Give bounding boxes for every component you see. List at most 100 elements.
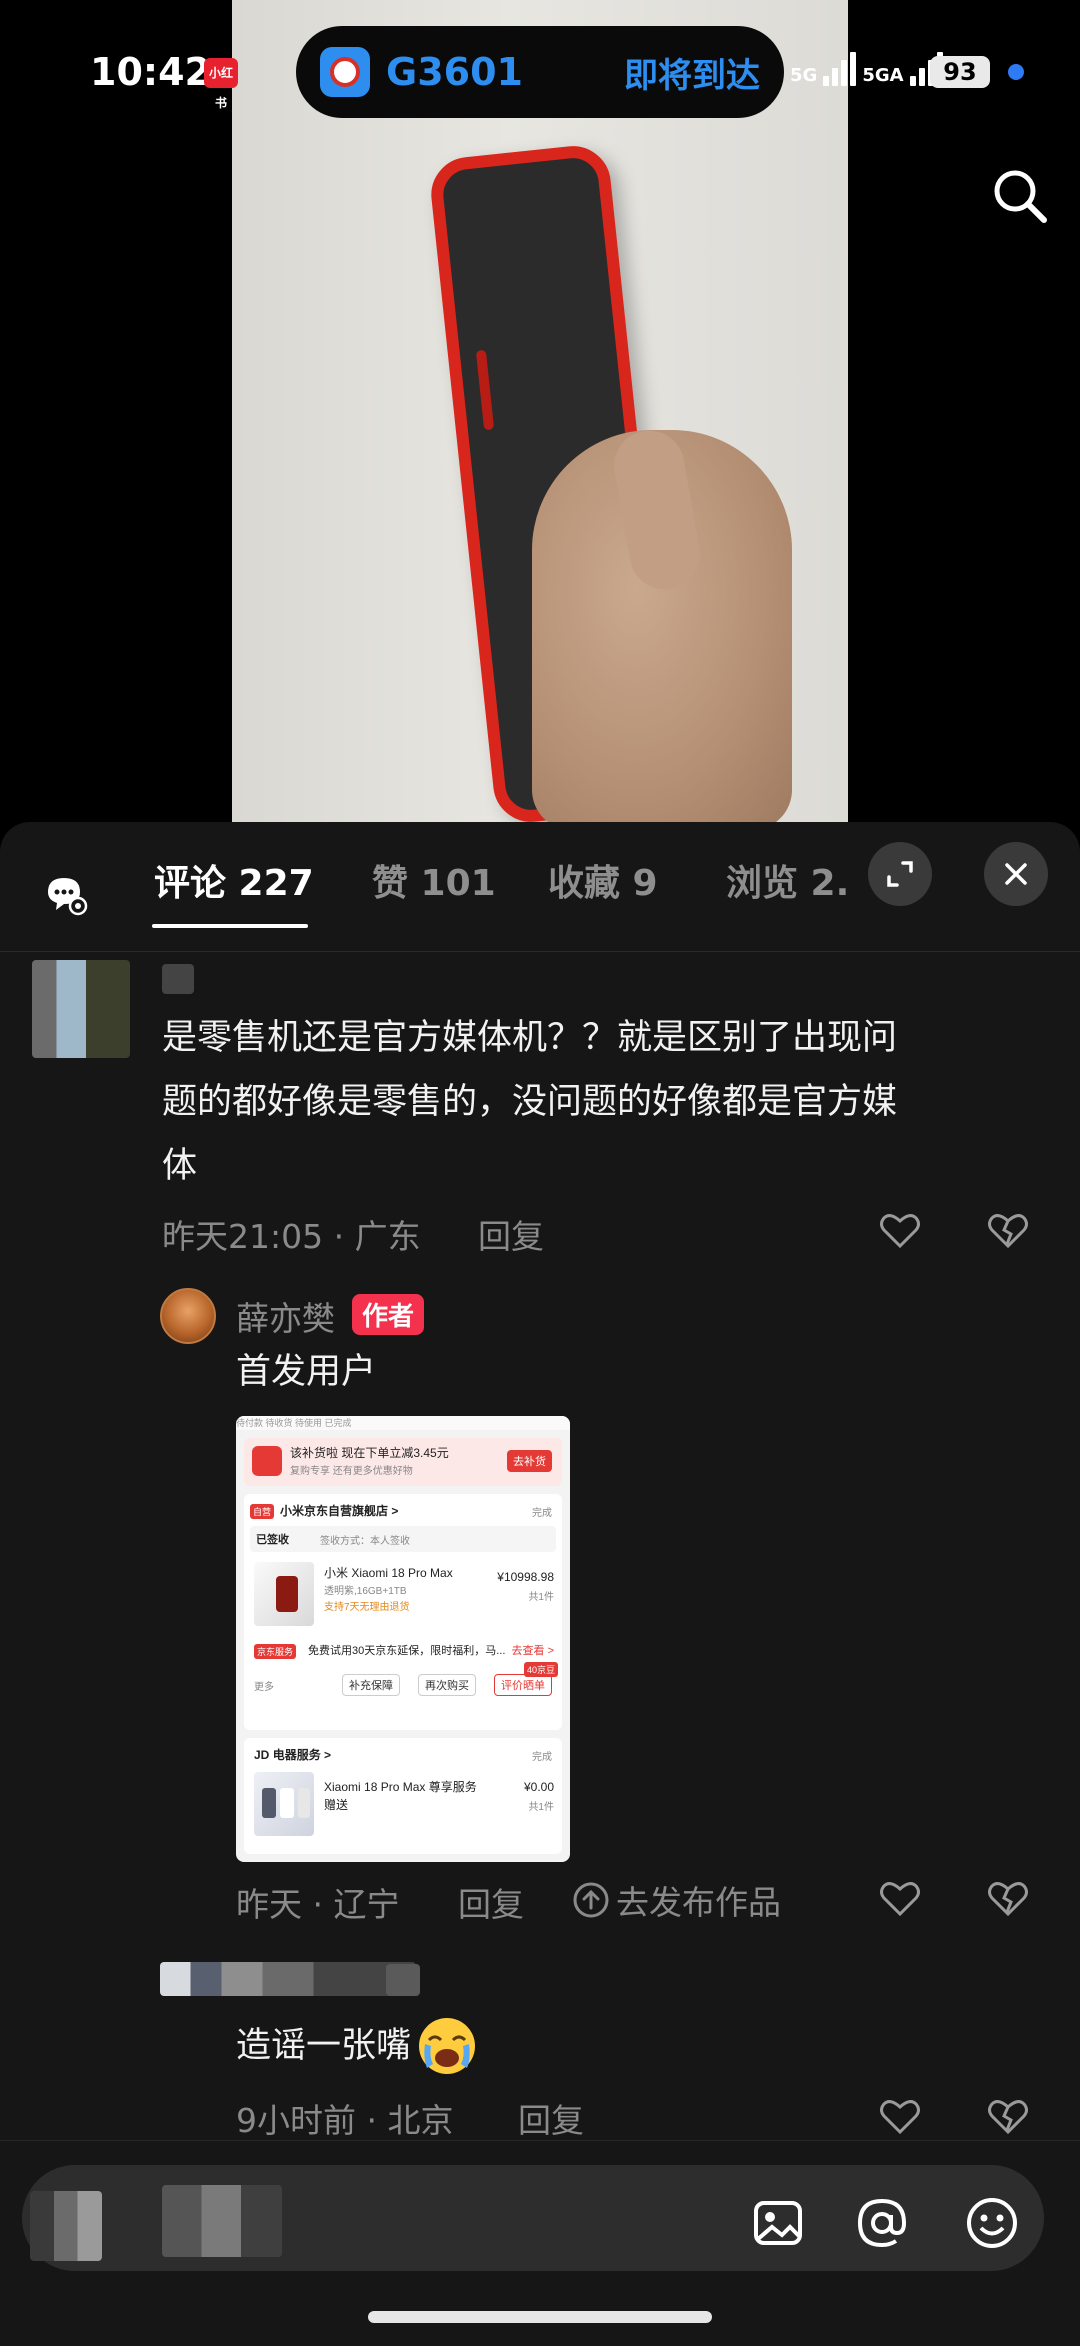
dislike-icon[interactable] (986, 1876, 1030, 1920)
author-name[interactable]: 薛亦樊 (236, 1292, 335, 1340)
commenter-avatar[interactable] (32, 960, 130, 1058)
shot-btn-rebuy: 再次购买 (418, 1674, 476, 1696)
comment-text-content: 造谣一张嘴 (236, 2026, 412, 2066)
reply-meta: 昨天 · 辽宁 (236, 1885, 400, 1924)
shot-service-price: ¥0.00 (523, 1780, 554, 1794)
expand-icon (887, 861, 913, 887)
shot-signed-detail: 签收方式：本人签收 (320, 1536, 410, 1547)
shot-banner-subtitle: 复购专享 还有更多优惠好物 (290, 1466, 413, 1477)
comment-input[interactable] (272, 2201, 732, 2235)
commenter-name-blur[interactable] (160, 1962, 416, 1996)
close-button[interactable] (984, 842, 1048, 906)
chat-settings-icon[interactable] (44, 872, 88, 916)
status-time: 10:42 (90, 50, 211, 94)
shot-banner-button: 去补货 (507, 1450, 552, 1472)
image-icon[interactable] (750, 2195, 806, 2251)
commenter-name-blur-tail (386, 1964, 420, 1996)
shot-product-price: ¥10998.98 (497, 1570, 554, 1584)
shot-signed-row: 已签收 签收方式：本人签收 (250, 1526, 556, 1552)
train-status: 即将到达 (624, 55, 760, 96)
author-badge: 作者 (352, 1294, 425, 1335)
expand-button[interactable] (868, 842, 932, 906)
signal2-label: 5GA (862, 65, 904, 86)
shot-product-spec: 透明紫,16GB+1TB (324, 1586, 407, 1597)
shot-service-status: 完成 (532, 1752, 552, 1763)
shot-order-card: 自营 小米京东自营旗舰店 > 完成 已签收 签收方式：本人签收 小米 Xiaom… (244, 1494, 562, 1730)
comment-input-bar (0, 2140, 1080, 2346)
shot-store-tag: 自营 (250, 1504, 275, 1519)
commenter-name-blur[interactable] (162, 964, 194, 994)
like-icon[interactable] (878, 1208, 922, 1252)
reply-time: 昨天 (236, 1885, 302, 1924)
emoji-icon[interactable] (964, 2195, 1020, 2251)
reply-button[interactable]: 回复 (458, 1878, 524, 1926)
shot-product-image (254, 1562, 314, 1626)
comment-meta: 昨天21:05 · 广东 (162, 1217, 421, 1256)
dynamic-island[interactable]: G3601 即将到达 (296, 26, 784, 118)
shot-btn-review: 评价晒单 (494, 1674, 552, 1696)
reply-image[interactable]: 待付款 待收货 待使用 已完成 该补货啦 现在下单立减3.45元 复购专享 还有… (236, 1416, 570, 1862)
shot-service-image (254, 1772, 314, 1836)
tab-favorites[interactable]: 收藏 9 (548, 854, 658, 906)
shot-service-store-name: 电器服务 > (272, 1748, 332, 1762)
shot-banner: 该补货啦 现在下单立减3.45元 复购专享 还有更多优惠好物 去补货 (244, 1438, 562, 1486)
like-icon[interactable] (878, 2094, 922, 2138)
shot-service-card: JD 电器服务 > 完成 Xiaomi 18 Pro Max 尊享服务 赠送 ¥… (244, 1738, 562, 1854)
shot-jd-service-link: 去查看 > (511, 1645, 554, 1657)
shot-store-name: 小米京东自营旗舰店 > (280, 1504, 399, 1518)
comment-text: 造谣一张嘴 (236, 2014, 479, 2078)
publish-work-button[interactable]: 去发布作品 (572, 1876, 781, 1924)
comment-text: 是零售机还是官方媒体机？？就是区别了出现问 题的都好像是零售的，没问题的好像都是… (162, 1006, 1042, 1198)
shot-jd-service-text: 免费试用30天京东延保，限时福利，马... (308, 1645, 506, 1657)
shot-service-name: Xiaomi 18 Pro Max 尊享服务 (324, 1780, 477, 1794)
video-player[interactable] (0, 0, 1080, 822)
comment-line: 是零售机还是官方媒体机？？就是区别了出现问 (162, 1018, 898, 1058)
status-app-badge: 小红书 (204, 58, 238, 110)
like-icon[interactable] (878, 1876, 922, 1920)
comment-line: 题的都好像是零售的，没问题的好像都是官方媒 (162, 1082, 898, 1122)
shot-more-label: 更多 (254, 1682, 274, 1693)
search-icon[interactable] (990, 166, 1050, 226)
user-avatar[interactable] (30, 2191, 102, 2261)
user-name-blur (162, 2185, 282, 2257)
shot-btn-protect: 补充保障 (342, 1674, 400, 1696)
comment-line: 体 (162, 1146, 198, 1186)
comment-location: 北京 (387, 2101, 454, 2140)
dislike-icon[interactable] (986, 2094, 1030, 2138)
tab-comments[interactable]: 评论 227 (154, 854, 314, 906)
comment-time: 9小时前 (236, 2101, 356, 2140)
close-icon (1005, 863, 1027, 885)
signal1-label: 5G (790, 65, 818, 86)
comment-location: 广东 (354, 1217, 421, 1256)
battery-indicator: 93 (930, 56, 990, 88)
reply-button[interactable]: 回复 (518, 2094, 584, 2142)
shot-service-name2: 赠送 (324, 1798, 349, 1812)
reply-button[interactable]: 回复 (478, 1210, 544, 1258)
shot-service-store: JD 电器服务 > (254, 1748, 332, 1762)
dislike-icon[interactable] (986, 1208, 1030, 1252)
reply-location: 辽宁 (333, 1885, 400, 1924)
sheet-tabs: 评论 227 赞 101 收藏 9 浏览 2. (0, 822, 1080, 952)
publish-work-label: 去发布作品 (616, 1883, 781, 1922)
shot-store-status: 完成 (532, 1508, 552, 1519)
tab-views[interactable]: 浏览 2. (726, 854, 849, 906)
crying-face-emoji-icon (419, 2018, 476, 2074)
shot-product-note: 支持7天无理由退货 (324, 1602, 410, 1613)
signal1-bars-icon (823, 50, 857, 86)
reply-text: 首发用户 (236, 1352, 377, 1392)
shot-service-count: 共1件 (528, 1802, 554, 1813)
comment-input-box[interactable] (22, 2165, 1044, 2271)
shot-signed-label: 已签收 (256, 1534, 289, 1546)
shot-product-count: 共1件 (528, 1592, 554, 1603)
home-indicator[interactable] (368, 2311, 712, 2323)
signal-indicators: 5G 5GA (790, 50, 943, 86)
author-avatar[interactable] (160, 1288, 216, 1344)
railway-icon (320, 47, 370, 97)
tab-likes[interactable]: 赞 101 (372, 854, 496, 906)
video-frame (232, 0, 848, 822)
comment-time: 昨天21:05 (162, 1217, 324, 1256)
gift-icon (252, 1446, 282, 1476)
shot-jd-service-tag: 京东服务 (254, 1644, 297, 1659)
mention-icon[interactable] (854, 2195, 910, 2251)
notification-dot-icon (1008, 64, 1024, 80)
